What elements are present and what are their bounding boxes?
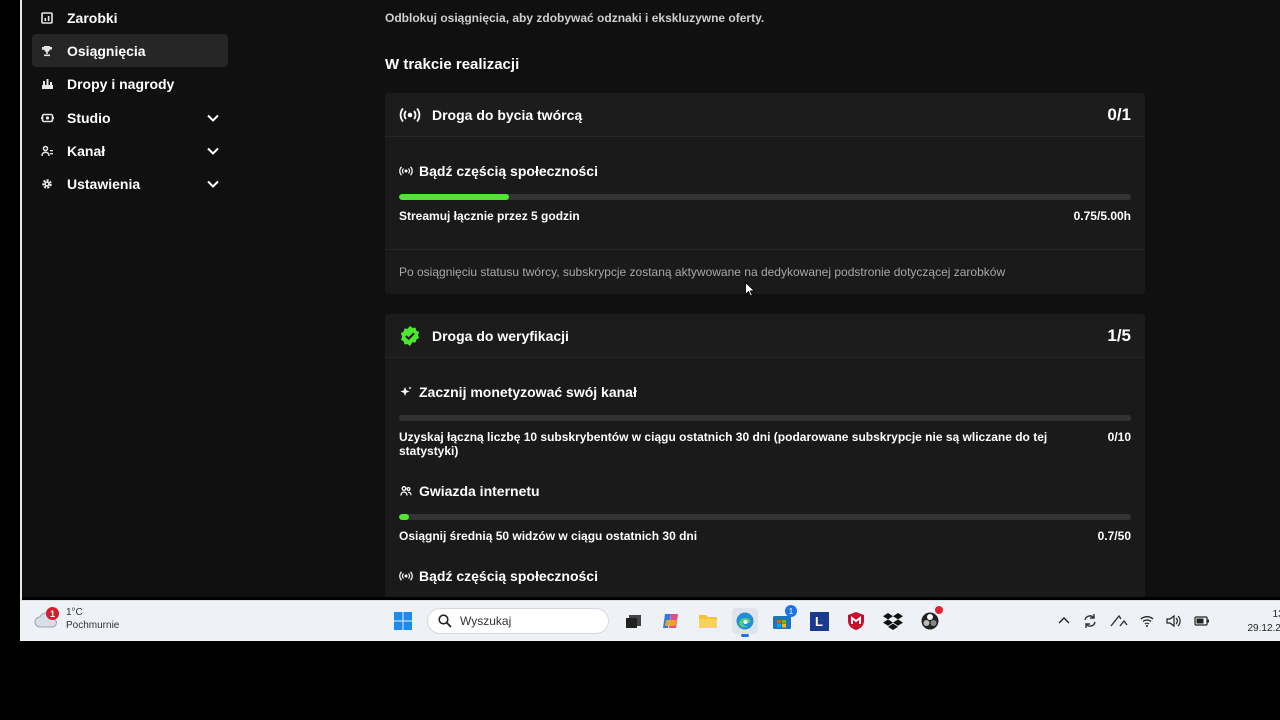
volume-icon[interactable] [1166,614,1182,628]
l-app-icon[interactable]: L [806,608,832,634]
edge-icon[interactable] [732,608,758,637]
card-count: 0/1 [1107,104,1131,124]
task-item: Bądź częścią społeczności [385,543,1145,597]
task-view-icon[interactable] [621,608,647,634]
task-details: Uzyskaj łączną liczbę 10 subskrybentów w… [399,430,1131,458]
screen: Zarobki Osiągnięcia Dropy i nagrody Stud… [0,0,1280,720]
chart-icon [40,11,54,25]
file-explorer-icon[interactable] [695,608,721,634]
task-title-text: Gwiazda internetu [419,483,540,499]
task-description: Streamuj łącznie przez 5 godzin [399,209,580,223]
windows-start-icon[interactable] [390,608,416,634]
network-alert-icon[interactable] [1110,614,1128,628]
gift-icon [40,77,54,91]
copilot-icon[interactable] [658,608,684,634]
chevron-down-icon[interactable] [206,111,220,125]
task-title: Bądź częścią społeczności [399,566,1131,586]
task-item: Gwiazda internetu Osiągnij średnią 50 wi… [385,458,1145,543]
store-badge: 1 [785,605,797,617]
task-progress-text: 0.75/5.00h [1073,209,1131,223]
progress-bar [399,514,1131,520]
broadcast-icon [399,569,413,583]
task-progress-text: 0/10 [1107,430,1131,444]
clock-date: 29.12.202 [1247,623,1280,634]
task-description: Uzyskaj łączną liczbę 10 subskrybentów w… [399,430,1048,458]
sidebar-item-kanal[interactable]: Kanał [32,135,228,168]
weather-temp: 1°C [66,607,83,618]
section-title: W trakcie realizacji [385,56,520,73]
sidebar-item-label: Studio [67,109,111,126]
taskbar: 1°C Pochmurnie 1 Wyszukaj 1 L 1 29.12.2 [20,600,1280,641]
progress-bar [399,194,1131,200]
gear-icon [40,177,54,191]
dropbox-icon[interactable] [880,608,906,634]
page-subtitle: Odblokuj osiągnięcia, aby zdobywać odzna… [385,11,765,25]
battery-icon[interactable] [1194,615,1210,627]
verified-badge-icon [399,325,421,347]
search-icon [438,614,452,628]
sidebar-item-label: Dropy i nagrody [67,76,175,93]
sidebar-item-studio[interactable]: Studio [32,101,228,134]
chevron-up-icon[interactable] [1058,616,1070,626]
card-note: Po osiągnięciu statusu twórcy, subskrypc… [385,249,1145,293]
sidebar-item-osiagniecia[interactable]: Osiągnięcia [32,34,228,68]
task-title-text: Bądź częścią społeczności [419,568,598,584]
notification-badge: 1 [46,607,59,620]
taskbar-apps: Wyszukaj 1 L [390,605,954,637]
wifi-icon[interactable] [1140,615,1154,627]
achievement-card-creator: Droga do bycia twórcą 0/1 Bądź częścią s… [385,93,1145,294]
sidebar-item-label: Kanał [67,143,106,160]
broadcast-icon [399,104,421,126]
card-count: 1/5 [1107,325,1131,345]
chevron-down-icon[interactable] [206,144,220,158]
mcafee-icon[interactable] [843,608,869,634]
task-item: Bądź częścią społeczności Streamuj łączn… [385,137,1145,249]
task-title-text: Zacznij monetyzować swój kanał [419,384,637,400]
clock[interactable]: 13:4 29.12.202 [1232,608,1280,636]
progress-bar [399,415,1131,421]
users-icon [40,144,54,158]
progress-fill [399,194,509,200]
sidebar-item-dropy[interactable]: Dropy i nagrody [32,68,228,101]
achievement-card-verification: Droga do weryfikacji 1/5 Zacznij monetyz… [385,314,1145,597]
users-icon [399,484,413,498]
sidebar: Zarobki Osiągnięcia Dropy i nagrody Stud… [32,0,228,201]
task-item: Zacznij monetyzować swój kanał Uzyskaj ł… [385,358,1145,458]
system-tray [1046,613,1210,629]
task-title: Zacznij monetyzować swój kanał [399,382,1131,402]
sync-icon[interactable] [1082,613,1098,629]
chevron-down-icon[interactable] [206,177,220,191]
sidebar-item-label: Zarobki [67,9,118,26]
store-icon[interactable]: 1 [769,605,797,634]
camera-icon [40,111,54,125]
card-title: Droga do bycia twórcą [432,106,583,123]
task-details: Streamuj łącznie przez 5 godzin 0.75/5.0… [399,209,1131,223]
task-description: Osiągnij średnią 50 widzów w ciągu ostat… [399,529,698,543]
task-title-text: Bądź częścią społeczności [419,163,598,179]
search-placeholder: Wyszukaj [460,614,512,628]
clock-time: 13:4 [1272,609,1280,620]
sidebar-item-ustawienia[interactable]: Ustawienia [32,168,228,201]
task-details: Osiągnij średnią 50 widzów w ciągu ostat… [399,529,1131,543]
broadcast-icon [399,164,413,178]
sidebar-item-label: Osiągnięcia [67,42,146,59]
task-title: Bądź częścią społeczności [399,161,1131,181]
trophy-icon [40,44,54,58]
card-title: Droga do weryfikacji [432,327,569,344]
sidebar-item-zarobki[interactable]: Zarobki [32,1,228,34]
obs-icon[interactable] [917,606,943,634]
task-progress-text: 0.7/50 [1097,529,1131,543]
sidebar-item-label: Ustawienia [67,176,141,193]
task-title: Gwiazda internetu [399,481,1131,501]
card-header[interactable]: Droga do bycia twórcą 0/1 [385,93,1145,137]
weather-desc: Pochmurnie [66,620,120,631]
app-window: Zarobki Osiągnięcia Dropy i nagrody Stud… [22,0,1280,597]
mouse-cursor-icon [745,282,755,297]
search-input[interactable]: Wyszukaj [427,608,609,634]
progress-fill [399,514,410,520]
card-header[interactable]: Droga do weryfikacji 1/5 [385,314,1145,358]
sparkle-icon [399,385,413,399]
